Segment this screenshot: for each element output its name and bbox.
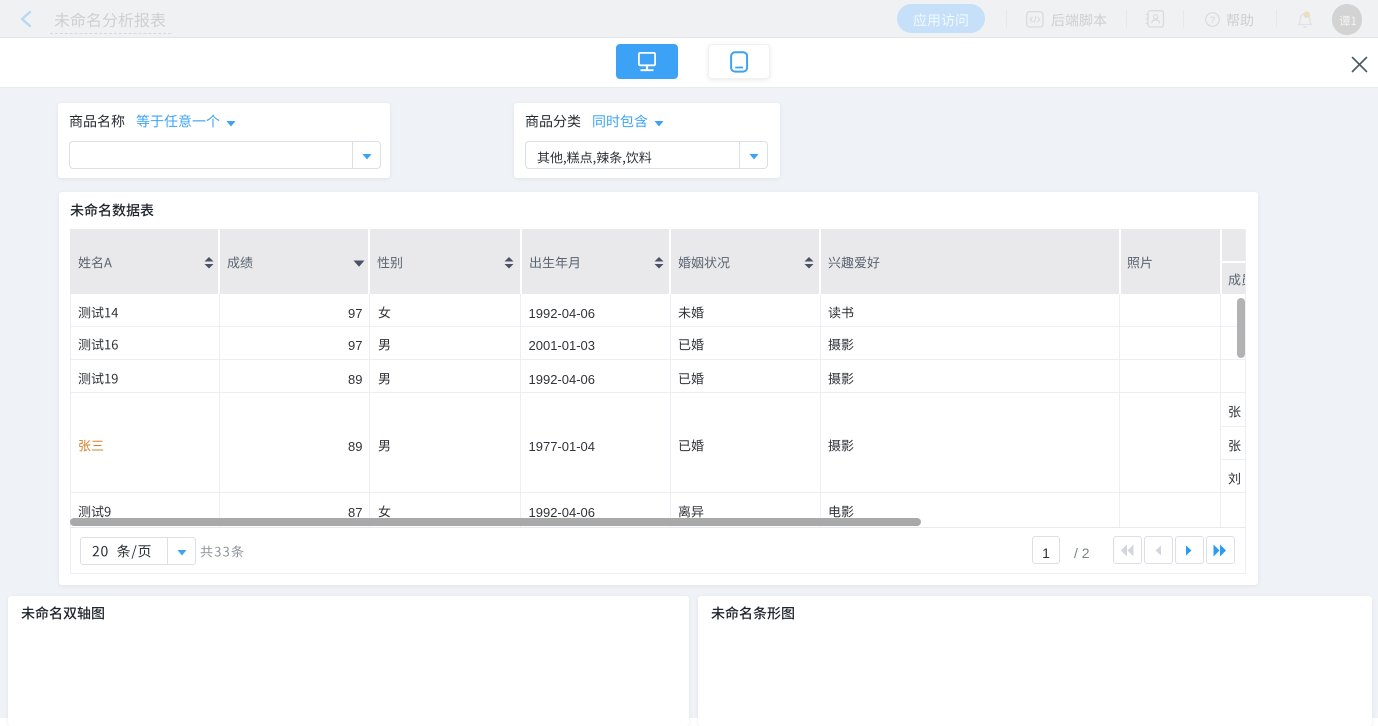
svg-text:?: ?	[1210, 15, 1215, 26]
